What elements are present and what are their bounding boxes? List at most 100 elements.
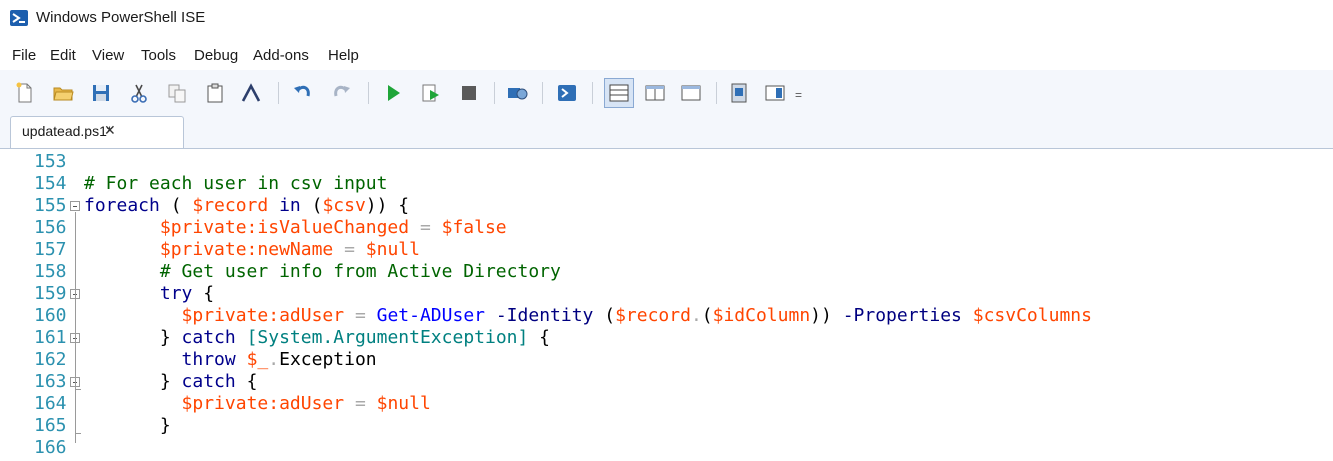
line-number: 163: [34, 371, 67, 392]
undo-icon[interactable]: [292, 82, 314, 104]
code-token: $record: [615, 305, 691, 326]
code-line[interactable]: $private:newName = $null: [84, 239, 420, 261]
script-editor[interactable]: 153 154 155 156 157 158 159 160 161 162 163 164 165 1…: [0, 148, 1333, 461]
new-file-icon[interactable]: [14, 82, 36, 104]
title-bar: Windows PowerShell ISE: [0, 0, 1333, 36]
line-number: 153: [34, 151, 67, 172]
code-token: }: [84, 371, 182, 392]
fold-guide-end: [75, 433, 81, 434]
fold-guide-end: [75, 389, 81, 390]
code-token: }: [84, 415, 171, 436]
code-line[interactable]: foreach ( $record in ($csv)) {: [84, 195, 409, 217]
redo-icon[interactable]: [330, 82, 352, 104]
code-token: # Get user info from Active Directory: [159, 261, 561, 282]
fold-guide: [75, 212, 76, 443]
code-line[interactable]: $private:isValueChanged = $false: [84, 217, 507, 239]
code-token: (: [593, 305, 616, 326]
toolbar-separator: [494, 82, 495, 104]
run-selection-icon[interactable]: [420, 82, 442, 104]
code-token: $private:adUser: [181, 305, 345, 326]
code-token: =: [333, 239, 366, 260]
code-token: # For each user in csv input: [84, 173, 388, 194]
code-token: )) {: [365, 195, 410, 216]
code-line[interactable]: } catch {: [84, 371, 258, 393]
code-token: foreach: [84, 195, 160, 216]
code-token: in: [268, 195, 312, 216]
menu-view[interactable]: View: [92, 47, 124, 64]
line-number: 158: [34, 261, 67, 282]
copy-icon[interactable]: [166, 82, 188, 104]
tab-updatead-ps1[interactable]: updatead.ps1* ✕: [10, 116, 184, 148]
code-token: catch: [181, 327, 236, 348]
line-number: 154: [34, 173, 67, 194]
code-line[interactable]: throw $_.Exception: [84, 349, 377, 371]
menu-debug[interactable]: Debug: [194, 47, 238, 64]
code-token: (: [311, 195, 323, 216]
code-token: Exception: [279, 349, 377, 370]
code-line[interactable]: try {: [84, 283, 214, 305]
code-token: $_: [246, 349, 269, 370]
line-number: 155: [34, 195, 67, 216]
layout-top-icon[interactable]: [604, 78, 634, 108]
menu-add-ons[interactable]: Add-ons: [253, 47, 309, 64]
toolbar-separator: [592, 82, 593, 104]
toolbar-separator: [542, 82, 543, 104]
clear-console-icon[interactable]: [240, 82, 262, 104]
toolbar-separator: [716, 82, 717, 104]
line-number: 166: [34, 437, 67, 458]
code-line[interactable]: $private:adUser = $null: [84, 393, 431, 415]
menu-edit[interactable]: Edit: [50, 47, 76, 64]
code-token: $false: [441, 217, 507, 238]
toolbar-separator: [368, 82, 369, 104]
code-token: {: [235, 371, 258, 392]
open-folder-icon[interactable]: [52, 82, 74, 104]
layout-right-icon[interactable]: [644, 82, 666, 104]
code-token: .: [690, 305, 702, 326]
paste-icon[interactable]: [204, 82, 226, 104]
code-line[interactable]: }: [84, 415, 171, 437]
menu-tools[interactable]: Tools: [141, 47, 176, 64]
close-icon[interactable]: ✕: [104, 122, 116, 139]
cut-icon[interactable]: [128, 82, 150, 104]
code-token: =: [344, 393, 377, 414]
code-token: =: [409, 217, 442, 238]
code-line[interactable]: $private:adUser = Get-ADUser -Identity (…: [84, 305, 1092, 327]
code-line[interactable]: # Get user info from Active Directory: [84, 261, 561, 283]
show-command-addon-icon[interactable]: [764, 82, 786, 104]
code-line[interactable]: } catch [System.ArgumentException] {: [84, 327, 550, 349]
code-line[interactable]: # For each user in csv input: [84, 173, 387, 195]
code-token: [System.ArgumentException]: [246, 327, 529, 348]
show-script-pane-icon[interactable]: [728, 82, 750, 104]
code-token: (: [159, 195, 193, 216]
menu-file[interactable]: File: [12, 47, 36, 64]
code-token: =: [344, 305, 377, 326]
code-token: $null: [376, 393, 431, 414]
collapse-region-icon[interactable]: [70, 201, 80, 211]
remote-powershell-icon[interactable]: [506, 82, 528, 104]
start-powershell-icon[interactable]: [556, 82, 578, 104]
line-number: 161: [34, 327, 67, 348]
code-token: $private:adUser: [181, 393, 345, 414]
run-script-icon[interactable]: [382, 82, 404, 104]
layout-max-icon[interactable]: [680, 82, 702, 104]
code-token: $null: [365, 239, 420, 260]
code-token: try: [159, 283, 193, 304]
toolbar-overflow-icon[interactable]: =: [795, 88, 802, 102]
window-title: Windows PowerShell ISE: [36, 9, 206, 26]
code-token: catch: [181, 371, 236, 392]
stop-icon[interactable]: [458, 82, 480, 104]
toolbar: =: [0, 70, 1333, 112]
line-number: 164: [34, 393, 67, 414]
menu-help[interactable]: Help: [328, 47, 359, 64]
save-icon[interactable]: [90, 82, 112, 104]
code-token: .: [268, 349, 280, 370]
